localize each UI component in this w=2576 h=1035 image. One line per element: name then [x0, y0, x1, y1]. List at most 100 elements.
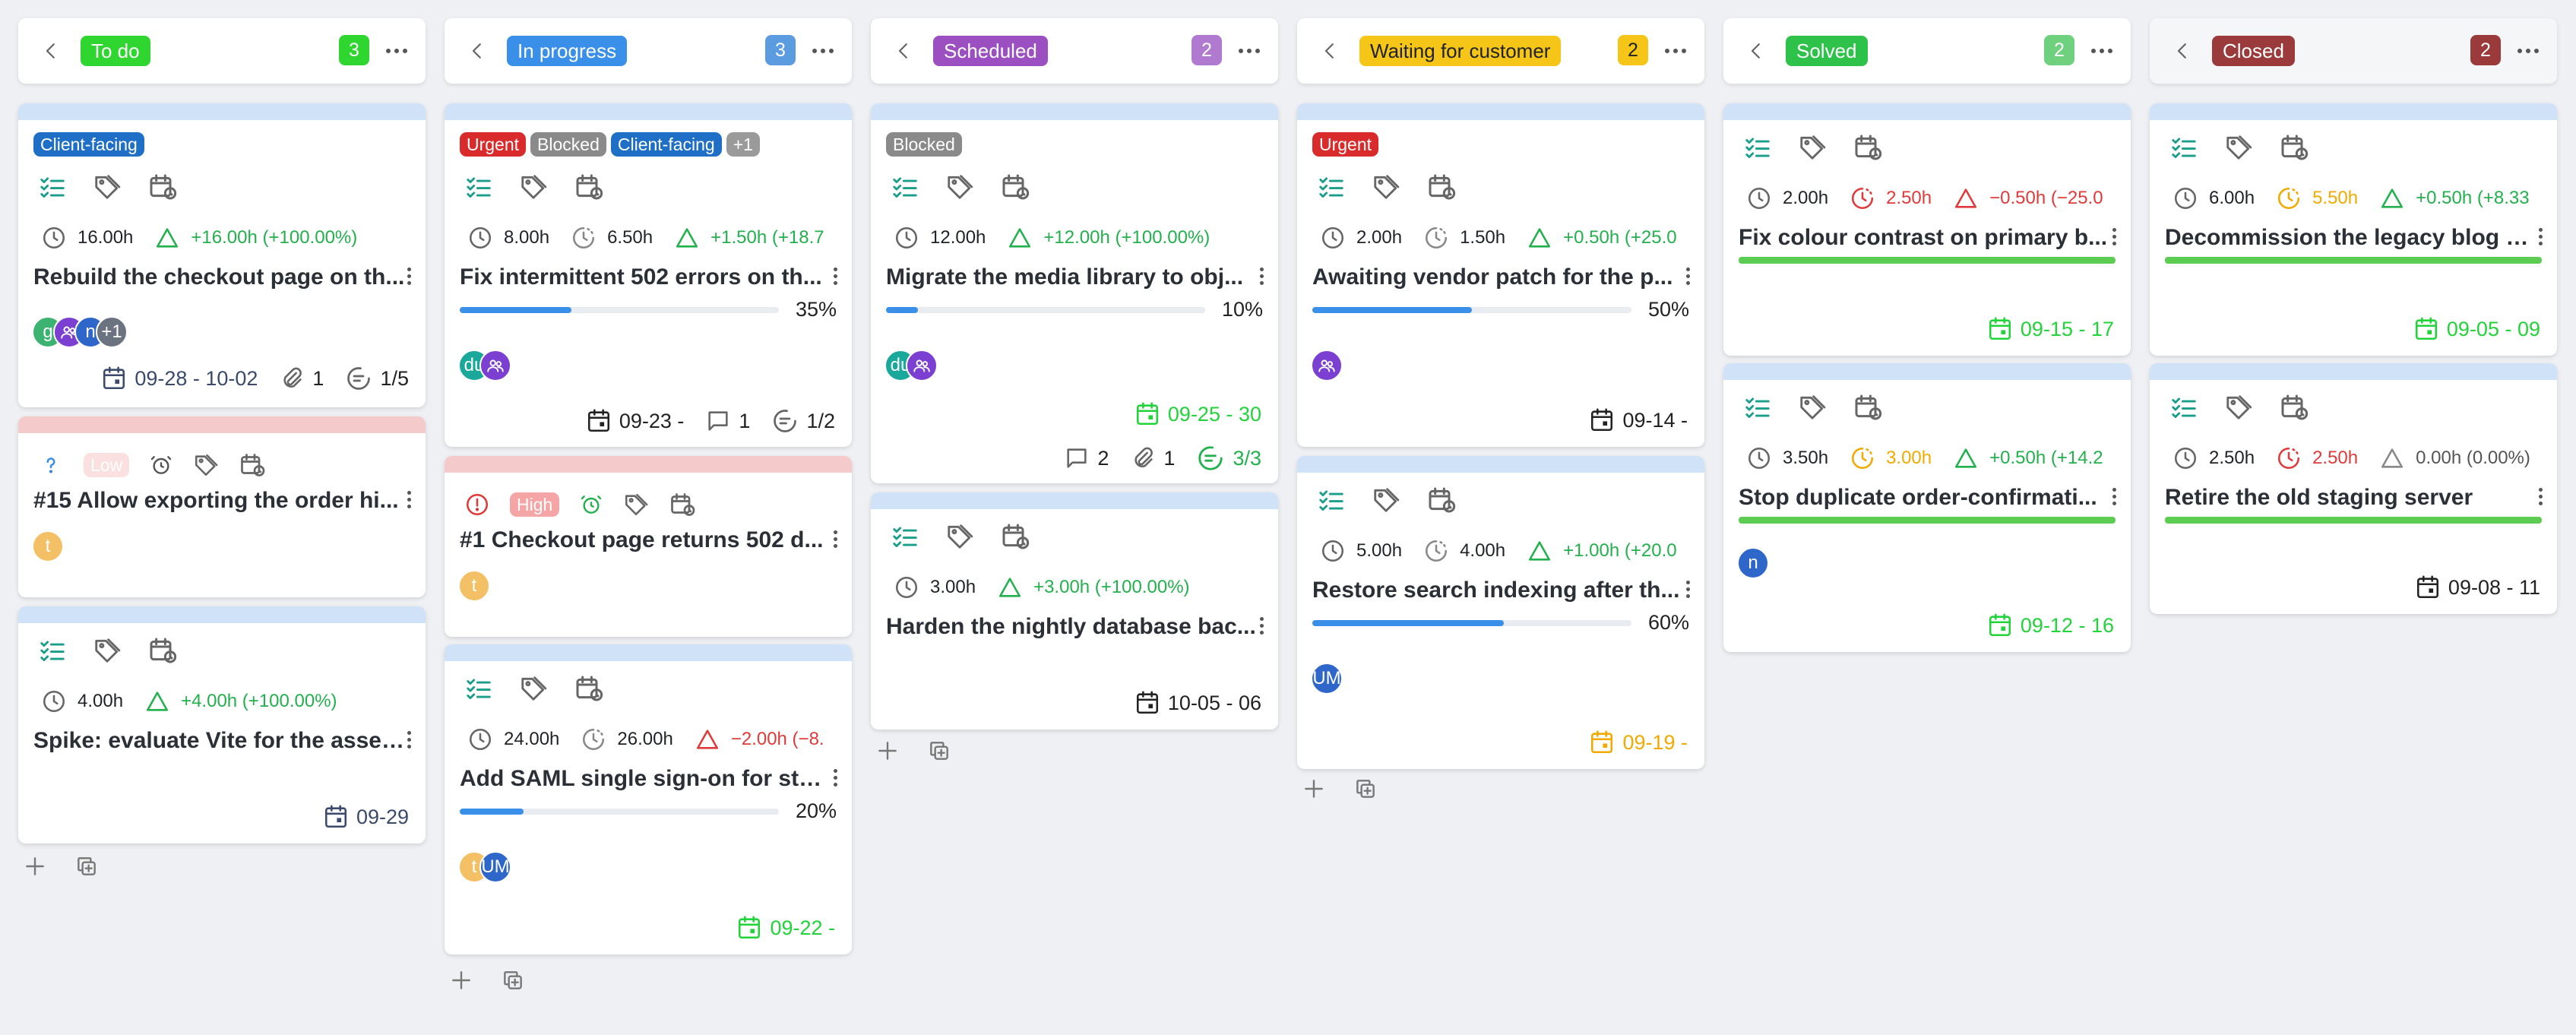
add-card-button[interactable] [875, 739, 900, 767]
more-icon[interactable] [1665, 41, 1686, 61]
time-spent-icon [1426, 226, 1448, 249]
due-dates[interactable]: 09-12 - 16 [1987, 612, 2114, 638]
card-title: Add SAML single sign-on for staf... [460, 766, 832, 791]
more-icon[interactable] [2111, 228, 2117, 248]
tag-icon [1800, 135, 1826, 160]
collapse-chevron-icon[interactable] [466, 40, 489, 62]
column-header: Waiting for customer 2 [1297, 18, 1704, 84]
more-icon[interactable] [386, 41, 407, 61]
avatar[interactable] [1311, 350, 1343, 381]
due-dates[interactable]: 09-15 - 17 [1987, 316, 2114, 342]
more-icon[interactable] [1258, 267, 1264, 287]
time-spent-value: 4.00h [78, 691, 124, 711]
more-icon[interactable] [406, 267, 412, 287]
avatar[interactable]: t [458, 570, 490, 602]
more-icon[interactable] [1685, 581, 1691, 600]
progress-value: 35% [795, 298, 837, 321]
add-card-button[interactable] [449, 968, 473, 996]
more-icon[interactable] [2111, 488, 2117, 508]
chevron-left-icon [46, 43, 55, 59]
ticket-card[interactable]: 5.00h 4.00h +1.00h (+20.0 Restore search in… [1297, 456, 1704, 769]
comments[interactable]: 2 [1064, 445, 1109, 471]
comments[interactable]: 1 [705, 408, 750, 434]
column-actions [449, 968, 525, 996]
avatar[interactable]: n [1737, 547, 1769, 579]
ticket-card[interactable]: 2.50h 2.50h 0.00h (0.00%) Retire the old st… [2150, 363, 2557, 614]
due-dates[interactable]: 09-05 - 09 [2413, 316, 2540, 342]
due-dates[interactable]: 09-28 - 10-02 [101, 366, 258, 391]
ticket-card[interactable]: Client-facing 16.00h +16.00h (+100.00%) Reb… [18, 103, 426, 407]
add-from-template-button[interactable] [927, 739, 951, 767]
attachments[interactable]: 1 [1130, 445, 1175, 471]
date-range: 09-28 - 10-02 [134, 366, 258, 390]
more-icon[interactable] [832, 530, 838, 550]
more-icon[interactable] [2537, 228, 2543, 248]
more-icon[interactable] [2091, 41, 2112, 61]
avatar[interactable]: UM [479, 851, 511, 883]
ticket-card[interactable]: High #1 Checkout page returns 502 d... t [445, 456, 852, 637]
avatar[interactable]: t [32, 530, 64, 562]
avatar[interactable]: UM [1311, 663, 1343, 695]
add-from-template-button[interactable] [1353, 777, 1378, 805]
collapse-chevron-icon[interactable] [892, 40, 915, 62]
calendar-icon [587, 409, 609, 432]
card-title: Fix intermittent 502 errors on th... [460, 264, 822, 290]
checklist-progress[interactable]: 1/5 [345, 365, 409, 392]
time-spent-icon [2278, 447, 2300, 470]
collapse-chevron-icon[interactable] [40, 40, 62, 62]
add-from-template-button[interactable] [501, 968, 525, 996]
add-card-button[interactable] [23, 854, 47, 882]
due-dates[interactable]: 09-23 - [586, 408, 684, 434]
avatar[interactable] [906, 350, 938, 381]
tag: Blocked [530, 132, 606, 157]
attachments[interactable]: 1 [279, 366, 324, 391]
ticket-card[interactable]: Blocked 12.00h +12.00h (+100.00%) Migrate t… [871, 103, 1278, 483]
more-icon[interactable] [832, 769, 838, 789]
ticket-card[interactable]: Urgent 2.00h 1.50h +0.50h (+25.0 Awaiting ve… [1297, 103, 1704, 447]
ticket-card[interactable]: 3.50h 3.00h +0.50h (+14.2 Stop duplicate or… [1723, 363, 2131, 652]
more-icon[interactable] [2517, 41, 2539, 61]
more-icon[interactable] [832, 267, 838, 287]
collapse-chevron-icon[interactable] [2171, 40, 2194, 62]
ticket-card[interactable]: 6.00h 5.50h +0.50h (+8.33 Decommission the … [2150, 103, 2557, 356]
collapse-chevron-icon[interactable] [1318, 40, 1341, 62]
due-dates[interactable]: 10-05 - 06 [1135, 690, 1261, 716]
more-icon[interactable] [1239, 41, 1260, 61]
ticket-card[interactable]: 3.00h +3.00h (+100.00%) Harden the nightly… [871, 492, 1278, 730]
tag-icon [948, 524, 973, 549]
avatar[interactable]: +1 [96, 316, 128, 348]
card-actions [2169, 392, 2309, 423]
more-icon[interactable] [2537, 488, 2543, 508]
more-icon[interactable] [1258, 617, 1264, 637]
calendar-icon [1989, 613, 2011, 637]
status-pill: Waiting for customer [1359, 36, 1562, 66]
due-dates[interactable]: 09-22 - [736, 915, 835, 941]
more-icon[interactable] [406, 731, 412, 751]
count-badge: 2 [1618, 35, 1648, 65]
calendar-icon [103, 366, 125, 390]
calendar-icon [2415, 317, 2437, 340]
more-icon[interactable] [812, 41, 834, 61]
add-from-template-button[interactable] [74, 854, 99, 882]
ticket-card[interactable]: 4.00h +4.00h (+100.00%) Spike: evaluate Vi… [18, 606, 426, 844]
ticket-card[interactable]: 2.00h 2.50h −0.50h (−25.0 Fix colour contra… [1723, 103, 2131, 356]
due-dates[interactable]: 09-25 - 30 [1135, 401, 1261, 427]
avatar[interactable] [479, 350, 511, 381]
ticket-card[interactable]: Urgent Blocked Client-facing +1 8.00h 6.50h +1… [445, 103, 852, 447]
due-dates[interactable]: 09-19 - [1589, 730, 1688, 755]
ticket-card[interactable]: Low #15 Allow exporting the order hi... t [18, 416, 426, 597]
due-dates[interactable]: 09-08 - 11 [2415, 574, 2540, 600]
more-icon[interactable] [1685, 267, 1691, 287]
title-row: Migrate the media library to obj... [886, 264, 1264, 290]
checklist-progress[interactable]: 3/3 [1196, 444, 1261, 473]
ticket-card[interactable]: 24.00h 26.00h −2.00h (−8. Add SAML single s… [445, 644, 852, 954]
collapse-chevron-icon[interactable] [1745, 40, 1767, 62]
card-title: Rebuild the checkout page on th... [33, 264, 405, 290]
checklist-progress[interactable]: 1/2 [771, 407, 835, 435]
tag-icon [2226, 395, 2252, 419]
due-dates[interactable]: 09-29 [323, 804, 409, 830]
more-icon[interactable] [406, 491, 412, 511]
due-dates[interactable]: 09-14 - [1589, 407, 1688, 433]
card-actions [1743, 132, 1883, 163]
add-card-button[interactable] [1302, 777, 1326, 805]
